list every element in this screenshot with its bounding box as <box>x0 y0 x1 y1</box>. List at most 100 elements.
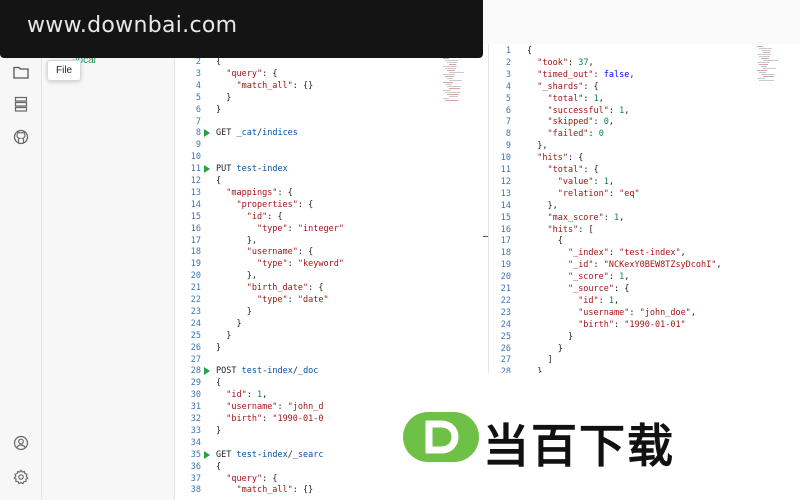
settings-icon[interactable] <box>11 467 31 487</box>
watermark-text: www.downbai.com <box>27 13 238 38</box>
line-number: 13 <box>190 187 201 198</box>
response-line: 17 { <box>489 235 789 247</box>
code-text: ] <box>527 355 553 366</box>
request-line[interactable]: 4 "match_all": {} <box>175 80 475 92</box>
code-text: PUT test-index <box>216 164 288 175</box>
minimap-line <box>761 74 775 75</box>
app-window: { "watermark": { "text": "www.downbai.co… <box>0 0 800 500</box>
code-text: } <box>216 104 222 115</box>
request-line[interactable]: 26} <box>175 342 475 354</box>
minimap-line <box>763 76 774 77</box>
request-line[interactable]: 23 } <box>175 306 475 318</box>
line-number: 22 <box>500 295 511 306</box>
line-number: 31 <box>190 402 201 413</box>
line-number: 5 <box>505 93 511 104</box>
line-number: 13 <box>500 188 511 199</box>
line-number: 20 <box>500 272 511 283</box>
request-line[interactable]: 21 "birth_date": { <box>175 282 475 294</box>
line-number: 26 <box>500 343 511 354</box>
request-line[interactable]: 27 <box>175 354 475 366</box>
request-line[interactable]: 17 }, <box>175 235 475 247</box>
request-line[interactable]: 12 { <box>175 175 475 187</box>
request-line[interactable]: 29 { <box>175 377 475 389</box>
line-number: 23 <box>190 306 201 317</box>
line-number: 12 <box>190 176 201 186</box>
line-number: 24 <box>500 319 511 330</box>
request-line[interactable]: 18 "username": { <box>175 246 475 258</box>
code-text: "successful": 1, <box>547 105 630 116</box>
request-line[interactable]: 8 GET _cat/indices <box>175 127 475 139</box>
minimap-line <box>449 96 458 97</box>
code-text: GET _cat/indices <box>216 128 298 139</box>
github-icon[interactable] <box>11 127 31 147</box>
minimap[interactable] <box>443 58 465 102</box>
code-text: "id": { <box>246 211 283 222</box>
request-line[interactable]: 20 }, <box>175 270 475 282</box>
request-line[interactable]: 14 "properties": { <box>175 199 475 211</box>
run-request-icon[interactable] <box>204 450 210 459</box>
request-line[interactable]: 16 "type": "integer" <box>175 223 475 235</box>
minimap-line <box>759 64 768 65</box>
response-line: 9 }, <box>489 140 789 152</box>
code-text: "match_all": {} <box>236 485 314 496</box>
code-text: { <box>527 236 563 247</box>
response-viewer[interactable]: 1{2 "took": 37, 3 "timed_out": false, 4 "_… <box>488 44 800 373</box>
code-text: "total": 1, <box>547 93 604 104</box>
run-request-icon[interactable] <box>204 367 210 376</box>
request-line[interactable]: 3 "query": { <box>175 68 475 80</box>
minimap[interactable] <box>757 46 779 82</box>
request-line[interactable]: 9 <box>175 139 475 151</box>
code-text: }, <box>527 141 548 152</box>
code-text: "birth": "1990-01-01" <box>578 319 686 330</box>
request-line[interactable]: 24 } <box>175 318 475 330</box>
pane-divider[interactable] <box>483 236 488 237</box>
request-line[interactable]: 25 } <box>175 330 475 342</box>
code-text: }, <box>527 200 558 211</box>
request-line[interactable]: 19 "type": "keyword" <box>175 258 475 270</box>
line-number: 22 <box>190 295 201 305</box>
minimap-line <box>445 76 454 77</box>
request-line[interactable]: 28 POST test-index/_doc <box>175 365 475 377</box>
response-line: 6 "successful": 1, <box>489 105 789 117</box>
line-number: 18 <box>500 248 511 259</box>
request-line[interactable]: 15 "id": { <box>175 211 475 223</box>
response-line: 10 "hits": { <box>489 152 789 164</box>
request-line[interactable]: 22 "type": "date" <box>175 294 475 306</box>
minimap-line <box>449 88 460 89</box>
minimap-line <box>449 80 462 81</box>
response-line: 22 "id": 1, <box>489 295 789 307</box>
request-line[interactable]: 7 <box>175 116 475 128</box>
request-line[interactable]: 5 } <box>175 92 475 104</box>
minimap-line <box>761 50 771 51</box>
line-number: 23 <box>500 307 511 318</box>
watermark-banner: www.downbai.com <box>0 0 483 58</box>
database-icon[interactable] <box>11 94 31 114</box>
run-request-icon[interactable] <box>204 129 210 138</box>
minimap-line <box>757 78 765 79</box>
run-request-icon[interactable] <box>204 165 210 174</box>
code-text: "type": "date" <box>256 295 329 305</box>
response-line: 16 "hits": [ <box>489 224 789 236</box>
response-line: 4 "_shards": { <box>489 81 789 93</box>
line-number: 11 <box>190 164 201 175</box>
line-number: 9 <box>505 141 511 152</box>
line-number: 33 <box>190 425 201 436</box>
line-number: 35 <box>190 449 201 460</box>
minimap-line <box>447 70 455 71</box>
line-number: 8 <box>195 128 201 139</box>
minimap-line <box>759 56 770 57</box>
minimap-line <box>445 60 458 61</box>
code-text: { <box>216 378 222 389</box>
request-line[interactable]: 11 PUT test-index <box>175 163 475 175</box>
code-text: "query": { <box>226 473 278 484</box>
line-number: 10 <box>500 153 511 164</box>
request-line[interactable]: 10 <box>175 151 475 163</box>
folder-icon[interactable] <box>11 62 31 82</box>
request-line[interactable]: 6} <box>175 104 475 116</box>
request-line[interactable]: 13 "mappings": { <box>175 187 475 199</box>
line-number: 25 <box>500 331 511 342</box>
line-number: 14 <box>500 200 511 211</box>
account-icon[interactable] <box>11 433 31 453</box>
response-line: 23 "username": "john_doe", <box>489 307 789 319</box>
code-text: } <box>527 367 543 373</box>
